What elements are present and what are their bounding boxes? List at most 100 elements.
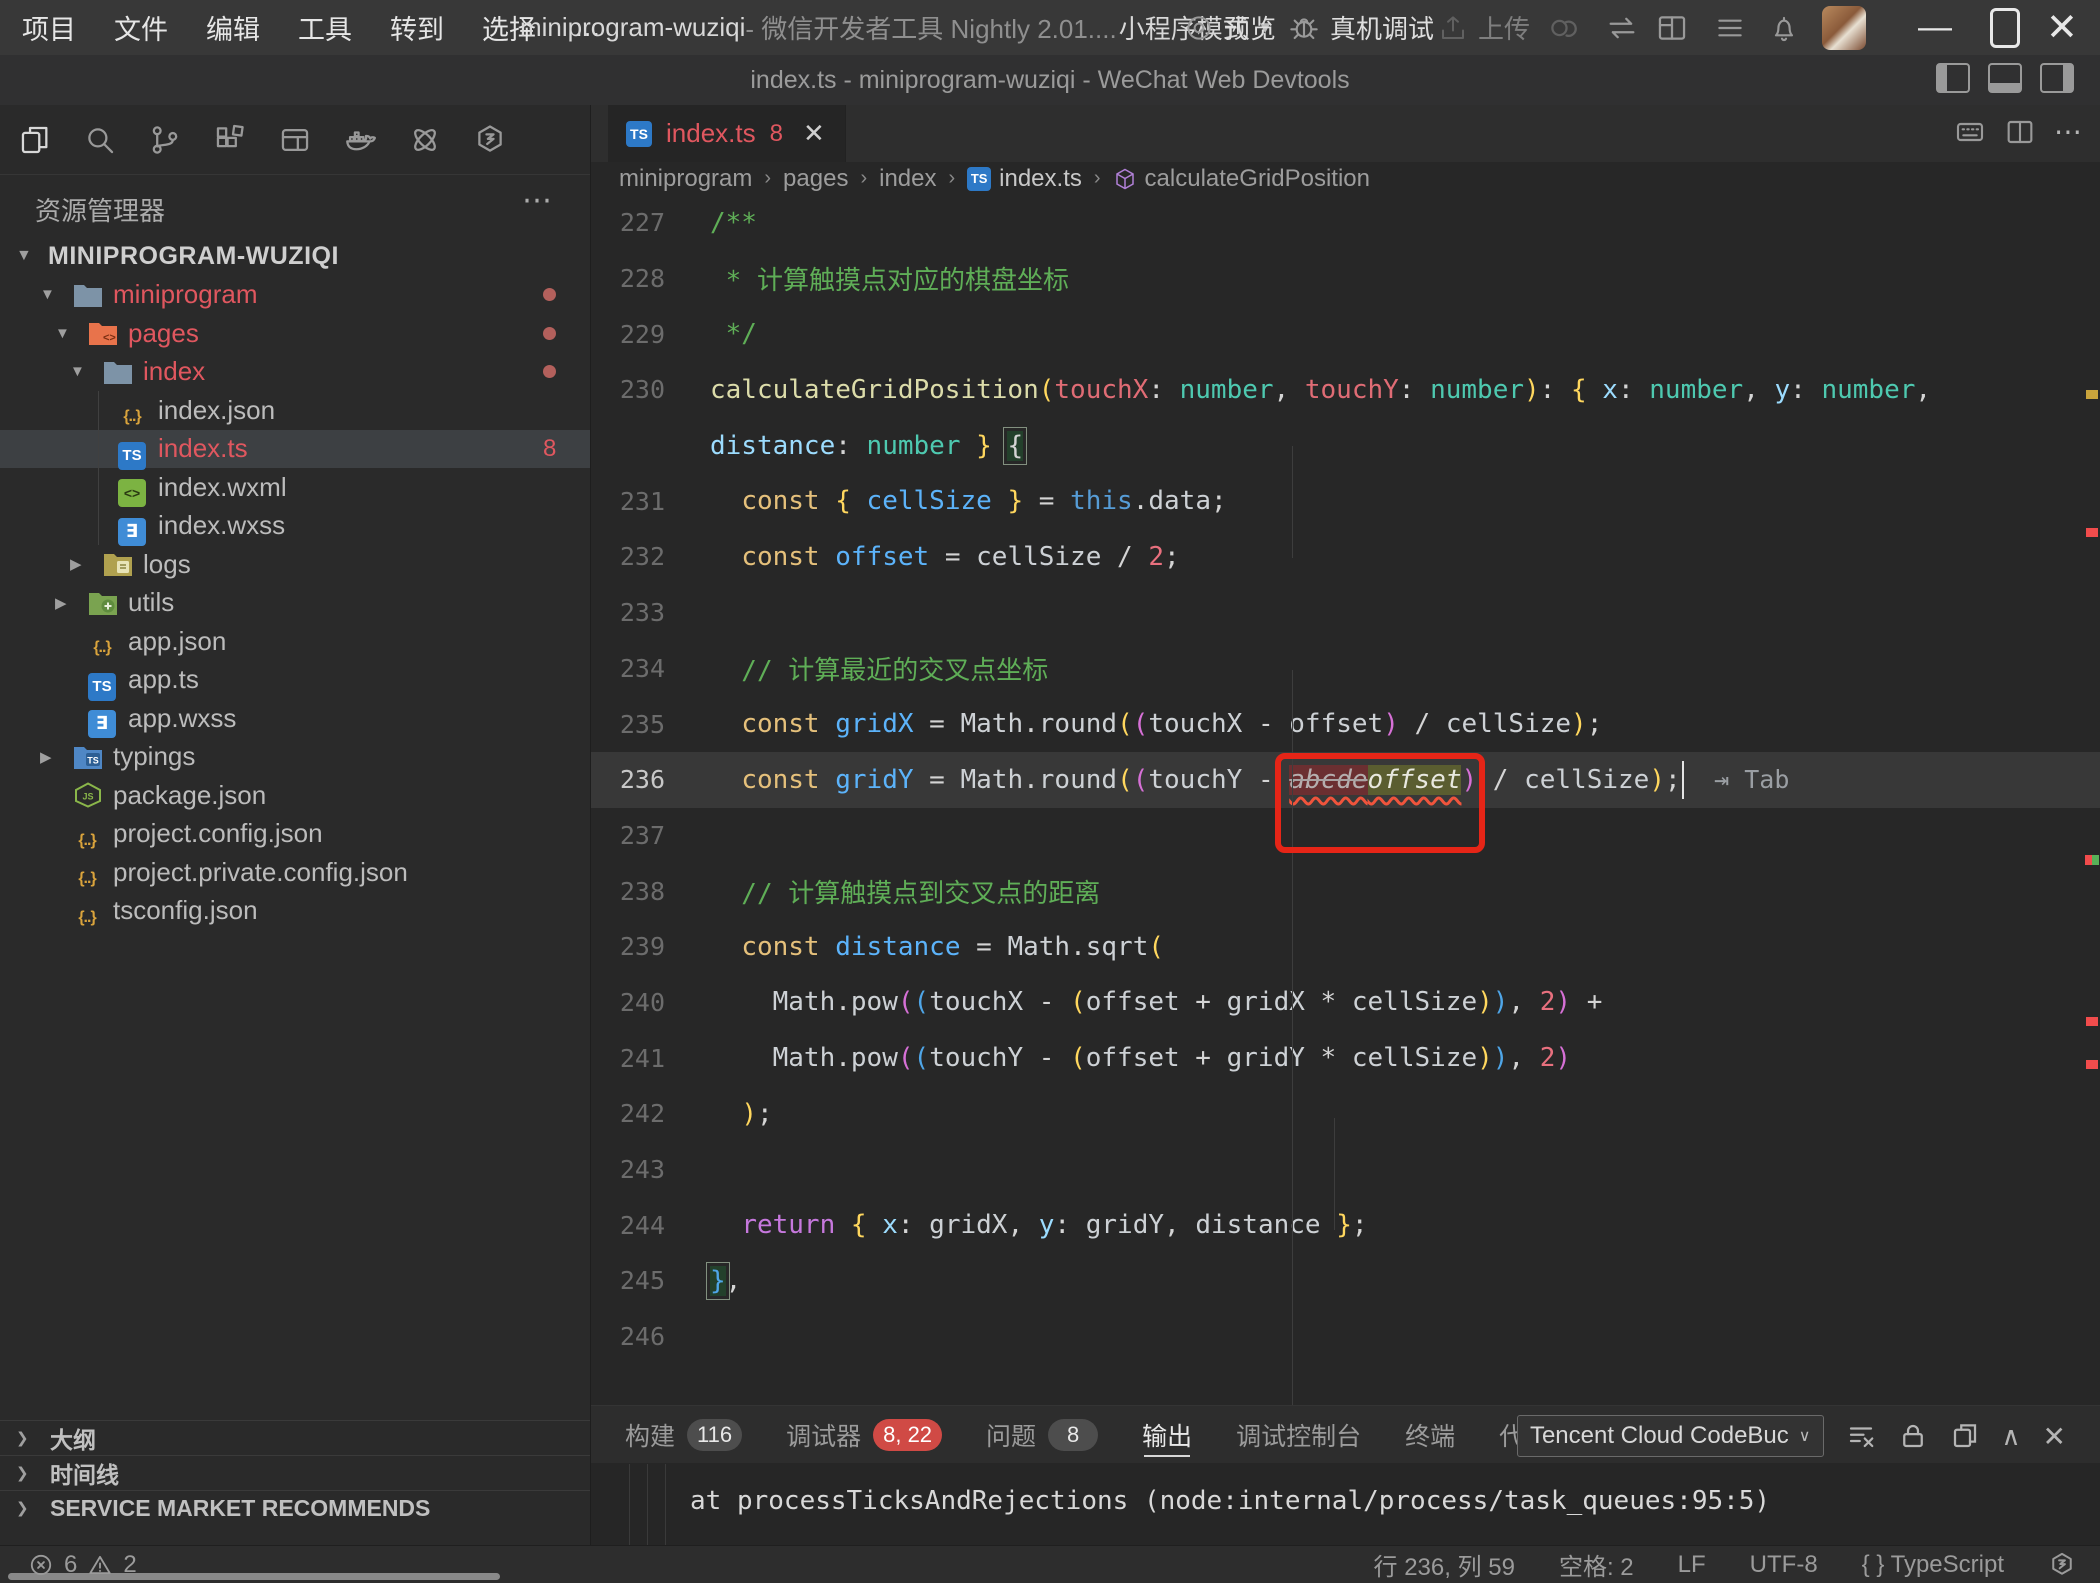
code-line-227[interactable]: 227/** — [591, 195, 2100, 251]
scrollbar-thumb[interactable] — [8, 1573, 500, 1580]
eol-setting[interactable]: LF — [1678, 1551, 1706, 1579]
menu-item-转到[interactable]: 转到 — [390, 8, 444, 47]
menu-item-工具[interactable]: 工具 — [298, 8, 352, 47]
toggle-panel-icon[interactable] — [1988, 63, 2022, 93]
upload-button[interactable]: 上传 — [1438, 0, 1530, 55]
close-window-button[interactable]: ✕ — [2046, 0, 2078, 55]
code-line-230[interactable]: 230calculateGridPosition(touchX: number,… — [591, 362, 2100, 418]
panel-tab-终端[interactable]: 终端 — [1405, 1406, 1455, 1463]
language-mode[interactable]: { } TypeScript — [1862, 1551, 2004, 1579]
output-console[interactable]: at processTicksAndRejections (node:inter… — [591, 1464, 2100, 1546]
account-avatar[interactable] — [1822, 0, 1866, 55]
tree-item-typings[interactable]: ▶TStypings — [0, 738, 590, 777]
tree-item-index.json[interactable]: {..}index.json — [0, 391, 590, 430]
code-line-233[interactable]: 233 — [591, 585, 2100, 641]
tree-item-index.wxml[interactable]: <>index.wxml — [0, 468, 590, 507]
encoding-setting[interactable]: UTF-8 — [1750, 1551, 1818, 1579]
code-line-229[interactable]: 229 */ — [591, 306, 2100, 362]
maximize-button[interactable] — [1990, 0, 2020, 55]
minimize-button[interactable]: — — [1918, 0, 1952, 55]
tree-item-utils[interactable]: ▶utils — [0, 584, 590, 623]
tree-item-app.wxss[interactable]: ∃app.wxss — [0, 699, 590, 738]
code-line-228[interactable]: 228 * 计算触摸点对应的棋盘坐标 — [591, 251, 2100, 307]
breadcrumb-item-index[interactable]: index — [879, 165, 936, 193]
device-debug-button[interactable]: 真机调试 — [1288, 0, 1434, 55]
toggle-secondary-sidebar-icon[interactable] — [2040, 63, 2074, 93]
tree-item-tsconfig.json[interactable]: {..}tsconfig.json — [0, 892, 590, 931]
menu-item-项目[interactable]: 项目 — [22, 8, 76, 47]
close-panel-icon[interactable]: ✕ — [2043, 1420, 2066, 1453]
codebuddy-icon[interactable] — [2048, 1551, 2076, 1579]
clear-output-icon[interactable] — [1846, 1421, 1876, 1451]
cloud-sync-button[interactable] — [1546, 0, 1580, 55]
tree-item-index[interactable]: ▼index — [0, 353, 590, 392]
docker-icon[interactable] — [343, 123, 377, 157]
code-line-246[interactable]: 246 — [591, 1309, 2100, 1365]
code-line-231[interactable]: 231 const { cellSize } = this.data; — [591, 473, 2100, 529]
editor-more-actions-icon[interactable]: ⋯ — [2054, 115, 2084, 148]
code-line-236[interactable]: 236 const gridY = Math.round((touchY - a… — [591, 752, 2100, 808]
panel-tab-构建[interactable]: 构建116 — [625, 1406, 742, 1463]
output-channel-dropdown[interactable]: Tencent Cloud CodeBuc ∨ — [1517, 1415, 1824, 1457]
split-editor-icon[interactable] — [2004, 116, 2036, 148]
keyboard-icon[interactable] — [1954, 116, 1986, 148]
tree-item-logs[interactable]: ▶logs — [0, 545, 590, 584]
search-icon[interactable] — [83, 123, 117, 157]
tree-item-pages[interactable]: ▼<>pages — [0, 314, 590, 353]
preview-button[interactable]: 预览 — [1184, 0, 1276, 55]
tree-item-miniprogram[interactable]: ▼miniprogram — [0, 276, 590, 315]
menu-item-文件[interactable]: 文件 — [114, 8, 168, 47]
source-control-icon[interactable] — [148, 123, 182, 157]
code-line-wrap[interactable]: distance: number } { — [591, 418, 2100, 474]
section-SERVICE MARKET RECOMMENDS[interactable]: ❯SERVICE MARKET RECOMMENDS — [0, 1490, 590, 1525]
section-时间线[interactable]: ❯时间线 — [0, 1455, 590, 1490]
code-line-244[interactable]: 244 return { x: gridX, y: gridY, distanc… — [591, 1197, 2100, 1253]
window-icon[interactable] — [278, 123, 312, 157]
files-icon[interactable] — [18, 123, 52, 157]
breadcrumb-item-miniprogram[interactable]: miniprogram — [619, 165, 752, 193]
code-line-241[interactable]: 241 Math.pow((touchY - (offset + gridY *… — [591, 1030, 2100, 1086]
code-line-239[interactable]: 239 const distance = Math.sqrt( — [591, 919, 2100, 975]
code-line-243[interactable]: 243 — [591, 1142, 2100, 1198]
extensions-icon[interactable] — [213, 123, 247, 157]
tree-item-index.ts[interactable]: TSindex.ts8 — [0, 430, 590, 469]
breadcrumb-item-pages[interactable]: pages — [783, 165, 848, 193]
cursor-position[interactable]: 行 236, 列 59 — [1374, 1547, 1515, 1582]
tree-root[interactable]: ▼ MINIPROGRAM-WUZIQI — [0, 237, 590, 276]
overview-ruler[interactable] — [2084, 195, 2100, 1405]
notifications-button[interactable] — [1768, 0, 1800, 55]
section-大纲[interactable]: ❯大纲 — [0, 1420, 590, 1455]
panel-tab-调试器[interactable]: 调试器8, 22 — [786, 1406, 942, 1463]
menu-item-编辑[interactable]: 编辑 — [206, 8, 260, 47]
panel-tab-输出[interactable]: 输出 — [1142, 1406, 1192, 1463]
tree-item-project.config.json[interactable]: {..}project.config.json — [0, 815, 590, 854]
breadcrumb-item-index.ts[interactable]: TSindex.ts — [967, 165, 1082, 193]
code-line-240[interactable]: 240 Math.pow((touchX - (offset + gridX *… — [591, 975, 2100, 1031]
code-line-238[interactable]: 238 // 计算触摸点到交叉点的距离 — [591, 863, 2100, 919]
code-line-245[interactable]: 245}, — [591, 1253, 2100, 1309]
code-line-235[interactable]: 235 const gridX = Math.round((touchX - o… — [591, 696, 2100, 752]
code-line-232[interactable]: 232 const offset = cellSize / 2; — [591, 529, 2100, 585]
lock-icon[interactable] — [1898, 1421, 1928, 1451]
tree-item-package.json[interactable]: JSpackage.json — [0, 776, 590, 815]
panel-tab-问题[interactable]: 问题8 — [986, 1406, 1098, 1463]
tab-index-ts[interactable]: TS index.ts 8 ✕ — [608, 105, 846, 162]
open-in-editor-icon[interactable] — [1950, 1421, 1980, 1451]
code-line-234[interactable]: 234 // 计算最近的交叉点坐标 — [591, 641, 2100, 697]
codebuddy-icon[interactable] — [473, 123, 507, 157]
breadcrumb-item-calculateGridPosition[interactable]: calculateGridPosition — [1113, 165, 1370, 193]
panel-layout-button[interactable] — [1655, 0, 1689, 55]
atom-icon[interactable] — [408, 123, 442, 157]
code-area[interactable]: 227/**228 * 计算触摸点对应的棋盘坐标229 */230calcula… — [591, 195, 2100, 1405]
code-line-242[interactable]: 242 ); — [591, 1086, 2100, 1142]
tree-item-app.ts[interactable]: TSapp.ts — [0, 661, 590, 700]
close-tab-icon[interactable]: ✕ — [803, 118, 825, 149]
maximize-panel-icon[interactable]: ∧ — [2002, 1421, 2021, 1452]
indentation-setting[interactable]: 空格: 2 — [1559, 1547, 1634, 1582]
code-line-237[interactable]: 237 — [591, 808, 2100, 864]
explorer-more-actions[interactable]: ⋯ — [522, 183, 554, 218]
panel-tab-调试控制台[interactable]: 调试控制台 — [1236, 1406, 1361, 1463]
compile-mode-button[interactable] — [1605, 0, 1639, 55]
tree-item-app.json[interactable]: {..}app.json — [0, 622, 590, 661]
tree-item-index.wxss[interactable]: ∃index.wxss — [0, 507, 590, 546]
